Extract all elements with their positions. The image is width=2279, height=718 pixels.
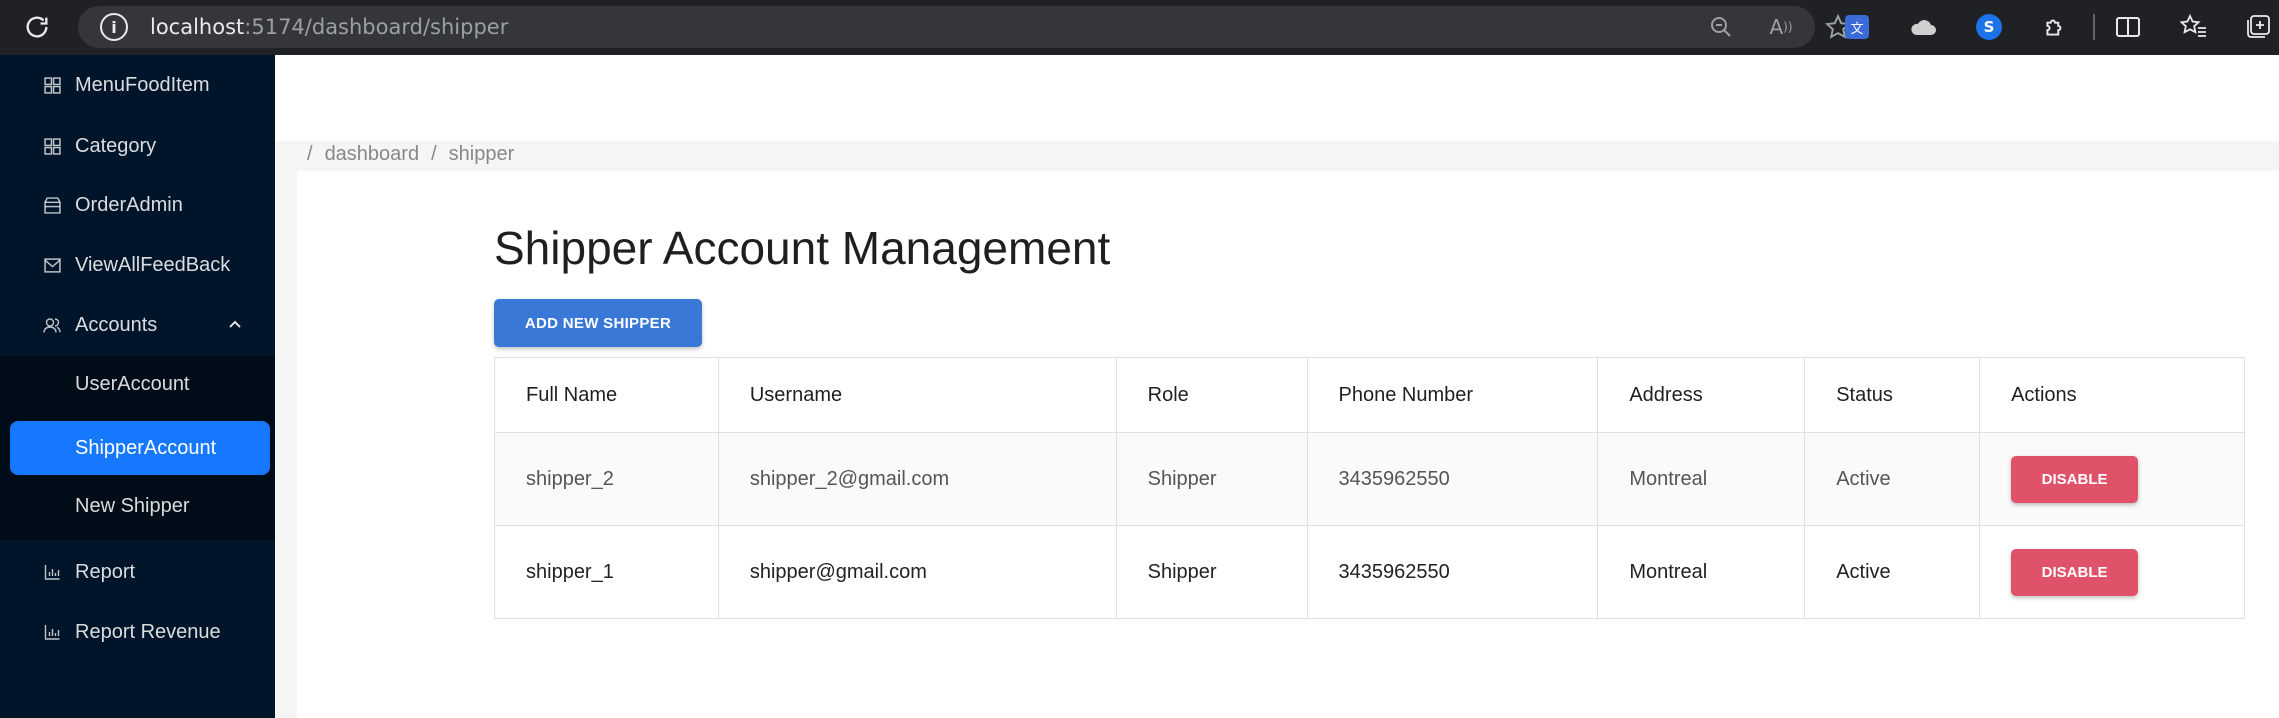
cell-phone-number: 3435962550 (1306, 432, 1599, 526)
sidebar-item-label: Category (75, 134, 157, 157)
reload-icon[interactable] (17, 7, 57, 47)
zoom-out-icon[interactable] (1706, 12, 1736, 42)
sidebar-item-shipperaccount[interactable]: ShipperAccount (10, 421, 270, 475)
read-aloud-icon[interactable]: A)) (1766, 12, 1796, 42)
content-panel: Shipper Account Management ADD NEW SHIPP… (297, 171, 2279, 718)
column-header-phone-number: Phone Number (1306, 357, 1599, 433)
cell-actions: DISABLE (1979, 432, 2245, 526)
add-new-shipper-button[interactable]: ADD NEW SHIPPER (494, 299, 702, 347)
sidebar-item-label: Report (75, 560, 136, 583)
cell-role: Shipper (1115, 525, 1308, 619)
sidebar-item-category[interactable]: Category (0, 118, 275, 174)
sidebar: MenuFoodItem Category OrderAdmin ViewAll… (0, 55, 275, 718)
main-area: / dashboard / shipper Shipper Account Ma… (275, 55, 2279, 718)
cloud-extension-icon[interactable] (1906, 10, 1940, 44)
sidebar-item-label: ViewAllFeedBack (75, 253, 231, 276)
breadcrumb-item-dashboard[interactable]: dashboard (325, 143, 420, 166)
sidebar-item-label: MenuFoodItem (75, 73, 210, 96)
shipper-table: Full Name Username Role Phone Number Add… (494, 357, 2245, 619)
table-row: shipper_1 shipper@gmail.com Shipper 3435… (494, 525, 2245, 619)
column-header-actions: Actions (1979, 357, 2245, 433)
table-row: shipper_2 shipper_2@gmail.com Shipper 34… (494, 432, 2245, 526)
url-text[interactable]: localhost:5174/dashboard/shipper (150, 15, 508, 39)
column-header-status: Status (1804, 357, 1981, 433)
cell-full-name: shipper_1 (494, 525, 719, 619)
sidebar-item-label: New Shipper (75, 494, 190, 517)
sidebar-item-accounts[interactable]: Accounts (0, 297, 275, 353)
info-icon[interactable]: i (100, 13, 128, 41)
menu-grid-icon (42, 75, 62, 95)
breadcrumb-separator: / (307, 143, 313, 165)
category-grid-icon (42, 136, 62, 156)
sidebar-item-label: ShipperAccount (75, 436, 217, 459)
breadcrumb-separator: / (431, 143, 437, 165)
cell-address: Montreal (1597, 525, 1806, 619)
sidebar-item-label: Accounts (75, 313, 158, 336)
translate-extension-icon[interactable]: 文 (1840, 10, 1874, 44)
browser-toolbar: i localhost:5174/dashboard/shipper A)) 文… (0, 0, 2279, 55)
cell-actions: DISABLE (1979, 525, 2245, 619)
chevron-up-icon[interactable] (228, 316, 242, 334)
sidebar-item-label: OrderAdmin (75, 193, 183, 216)
sidebar-item-menufooditem[interactable]: MenuFoodItem (0, 57, 275, 113)
cell-username: shipper_2@gmail.com (717, 432, 1117, 526)
accounts-submenu: UserAccount ShipperAccount New Shipper (0, 356, 275, 540)
cell-phone-number: 3435962550 (1306, 525, 1599, 619)
cell-full-name: shipper_2 (494, 432, 719, 526)
disable-button[interactable]: DISABLE (2011, 455, 2139, 503)
toolbar-divider (2093, 14, 2095, 40)
sidebar-item-viewallfeedback[interactable]: ViewAllFeedBack (0, 237, 275, 293)
column-header-address: Address (1597, 357, 1806, 433)
sidebar-item-report-revenue[interactable]: Report Revenue (0, 604, 275, 660)
bar-chart-icon (42, 622, 62, 642)
breadcrumb-item-shipper: shipper (448, 143, 515, 165)
mail-icon (42, 255, 62, 275)
disable-button[interactable]: DISABLE (2011, 548, 2139, 596)
column-header-full-name: Full Name (494, 357, 719, 433)
column-header-role: Role (1115, 357, 1308, 433)
bar-chart-icon (42, 562, 62, 582)
collections-icon[interactable] (2242, 10, 2276, 44)
sidebar-item-report[interactable]: Report (0, 544, 275, 600)
sidebar-item-label: Report Revenue (75, 620, 221, 643)
page-title: Shipper Account Management (494, 222, 1111, 274)
sidebar-item-new-shipper[interactable]: New Shipper (0, 478, 275, 534)
cell-role: Shipper (1115, 432, 1308, 526)
address-bar[interactable]: i localhost:5174/dashboard/shipper A)) (78, 6, 1851, 48)
header-bar (275, 55, 2279, 141)
extensions-puzzle-icon[interactable] (2038, 10, 2072, 44)
column-header-username: Username (717, 357, 1117, 433)
breadcrumb: / dashboard / shipper (307, 143, 514, 166)
shop-icon (42, 195, 62, 215)
users-icon (42, 315, 62, 335)
sidebar-item-orderadmin[interactable]: OrderAdmin (0, 177, 275, 233)
sidebar-item-useraccount[interactable]: UserAccount (0, 356, 275, 412)
split-screen-icon[interactable] (2111, 10, 2145, 44)
cell-status: Active (1804, 525, 1981, 619)
cell-username: shipper@gmail.com (717, 525, 1117, 619)
favorites-icon[interactable] (2177, 10, 2211, 44)
cell-address: Montreal (1597, 432, 1806, 526)
table-header-row: Full Name Username Role Phone Number Add… (494, 357, 2245, 433)
shazam-extension-icon[interactable]: S (1972, 10, 2006, 44)
sidebar-item-label: UserAccount (75, 372, 190, 395)
cell-status: Active (1804, 432, 1981, 526)
